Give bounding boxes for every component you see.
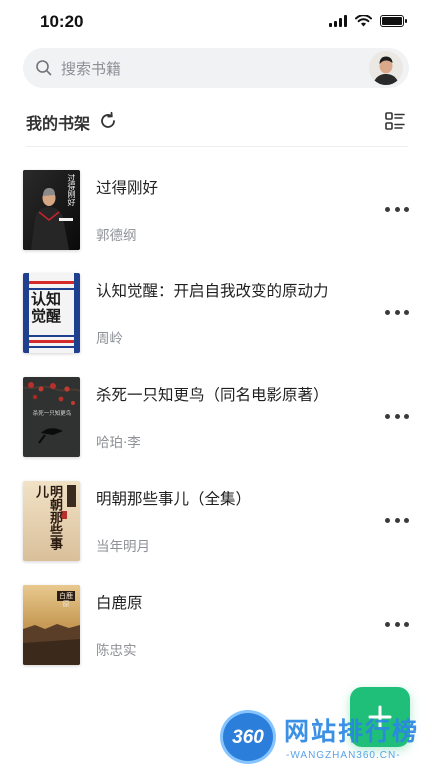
divider xyxy=(26,146,408,147)
shelf-title: 我的书架 xyxy=(26,114,91,133)
book-item[interactable]: 白鹿原 白鹿原 陈忠实 xyxy=(23,585,409,667)
more-icon[interactable] xyxy=(385,619,409,629)
watermark-url: -WANGZHAN360.CN- xyxy=(286,750,401,761)
search-input[interactable] xyxy=(59,55,363,83)
book-author: 哈珀·李 xyxy=(96,435,141,451)
watermark: 360 网站排行榜 -WANGZHAN360.CN- xyxy=(220,706,432,768)
status-bar: 10:20 xyxy=(0,0,432,44)
book-author: 周岭 xyxy=(96,331,123,347)
more-icon[interactable] xyxy=(385,307,409,317)
status-icons xyxy=(329,15,407,27)
cover-text: 白鹿原 xyxy=(59,592,73,608)
book-cover[interactable]: 杀死一只知更鸟 xyxy=(23,377,80,457)
wifi-icon xyxy=(355,15,372,27)
more-icon[interactable] xyxy=(385,515,409,525)
cover-text: 过得刚好 xyxy=(67,174,76,206)
status-time: 10:20 xyxy=(40,12,84,31)
battery-icon xyxy=(380,15,407,27)
book-author: 郭德纲 xyxy=(96,228,137,244)
book-cover[interactable]: 认知觉醒 xyxy=(23,273,80,353)
search-icon xyxy=(36,60,52,76)
more-icon[interactable] xyxy=(385,411,409,421)
book-cover[interactable]: 过得刚好 xyxy=(23,170,80,250)
shelf-header: 我的书架 xyxy=(26,104,408,138)
book-item[interactable]: 明朝那些事儿 明朝那些事儿（全集） 当年明月 xyxy=(23,481,409,563)
book-cover[interactable]: 明朝那些事儿 xyxy=(23,481,80,561)
refresh-icon[interactable] xyxy=(98,111,118,131)
cover-text: 认知觉醒 xyxy=(31,290,62,325)
book-title[interactable]: 过得刚好 xyxy=(96,176,158,198)
avatar-image xyxy=(369,51,403,85)
book-title[interactable]: 认知觉醒：开启自我改变的原动力 xyxy=(96,279,329,301)
book-item[interactable]: 杀死一只知更鸟 杀死一只知更鸟（同名电影原著） 哈珀·李 xyxy=(23,377,409,459)
watermark-badge: 360 xyxy=(232,727,264,748)
book-author: 当年明月 xyxy=(96,539,150,555)
signal-icon xyxy=(329,15,347,27)
book-author: 陈忠实 xyxy=(96,643,137,659)
book-title[interactable]: 白鹿原 xyxy=(96,591,143,613)
more-icon[interactable] xyxy=(385,204,409,214)
watermark-logo: 360 xyxy=(220,710,276,764)
book-item[interactable]: 过得刚好 过得刚好 郭德纲 xyxy=(23,170,409,252)
list-view-icon[interactable] xyxy=(384,110,406,132)
book-cover[interactable]: 白鹿原 xyxy=(23,585,80,665)
watermark-name: 网站排行榜 xyxy=(284,717,420,746)
cover-text: 明朝那些事儿 xyxy=(33,485,62,550)
book-item[interactable]: 认知觉醒 认知觉醒：开启自我改变的原动力 周岭 xyxy=(23,273,409,355)
search-bar[interactable] xyxy=(23,48,409,88)
book-title[interactable]: 明朝那些事儿（全集） xyxy=(96,487,251,509)
cover-text: 杀死一只知更鸟 xyxy=(32,411,72,417)
book-title[interactable]: 杀死一只知更鸟（同名电影原著） xyxy=(96,383,329,405)
avatar[interactable] xyxy=(369,51,403,85)
